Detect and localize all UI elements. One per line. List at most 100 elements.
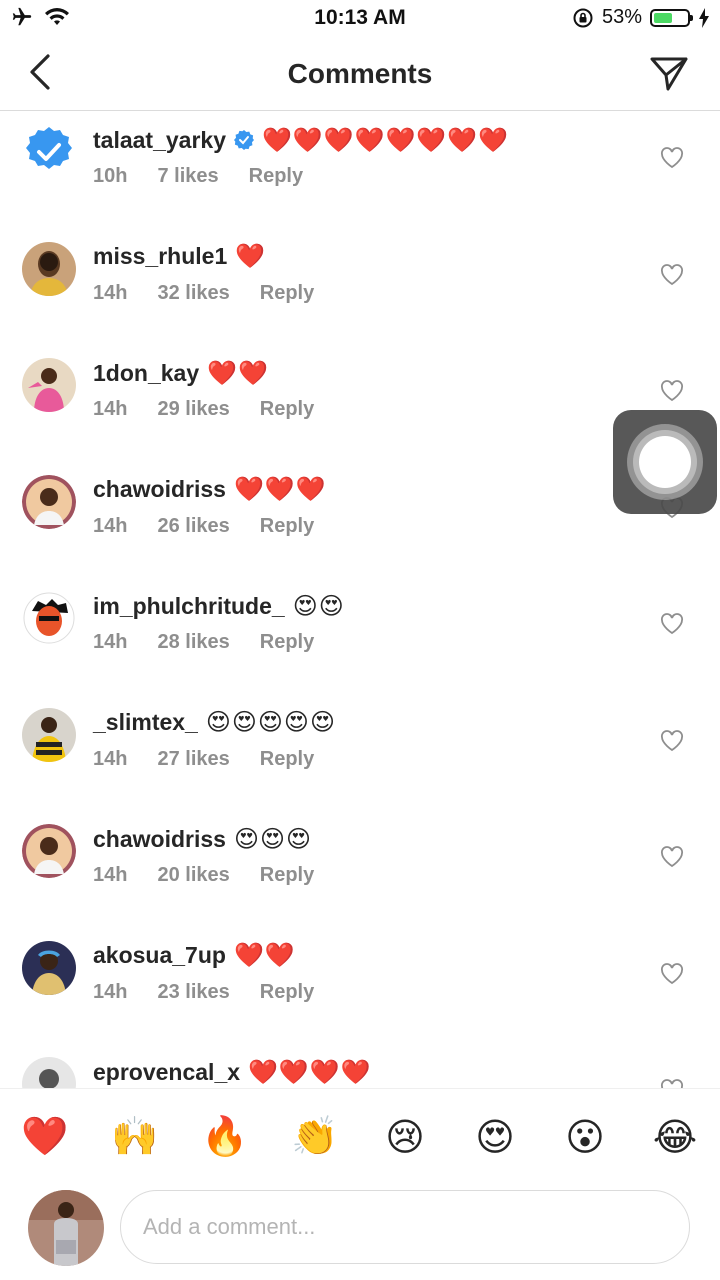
like-button[interactable] bbox=[660, 613, 684, 635]
comment-likes[interactable]: 7 likes bbox=[157, 165, 218, 188]
username[interactable]: miss_rhule1 bbox=[93, 243, 227, 270]
comment-body: eprovencal_x ❤️❤️❤️❤️ bbox=[93, 1055, 640, 1088]
comment-likes[interactable]: 29 likes bbox=[157, 398, 229, 421]
avatar[interactable] bbox=[22, 940, 76, 995]
comment-item: 1don_kay ❤️❤️ 14h 29 likes Reply bbox=[0, 344, 720, 461]
assistive-touch-button[interactable] bbox=[613, 410, 717, 514]
comment-line: talaat_yarky ❤️❤️❤️❤️❤️❤️❤️❤️ bbox=[93, 123, 640, 157]
emoji-crying[interactable]: 😢 bbox=[375, 1115, 435, 1160]
comment-body: _slimtex_ 😍😍😍😍😍 14h 27 likes Reply bbox=[93, 706, 640, 771]
comment-text: ❤️❤️ bbox=[233, 942, 296, 969]
page-title: Comments bbox=[287, 58, 433, 89]
comment-likes[interactable]: 20 likes bbox=[157, 864, 229, 887]
avatar[interactable] bbox=[22, 474, 76, 529]
avatar[interactable] bbox=[22, 707, 76, 762]
comment-likes[interactable]: 23 likes bbox=[157, 981, 229, 1004]
header: Comments bbox=[0, 38, 720, 111]
comment-text: ❤️❤️❤️❤️❤️❤️❤️❤️ bbox=[262, 126, 510, 154]
comment-body: chawoidriss 😍😍😍 14h 20 likes Reply bbox=[93, 822, 640, 887]
like-button[interactable] bbox=[660, 380, 684, 402]
charging-bolt-icon bbox=[699, 7, 709, 28]
comment-item: chawoidriss ❤️❤️❤️ 14h 26 likes Reply bbox=[0, 461, 720, 578]
send-icon bbox=[650, 57, 688, 91]
comment-meta: 14h 32 likes Reply bbox=[93, 282, 640, 305]
avatar[interactable] bbox=[22, 824, 76, 878]
comment-body: miss_rhule1 ❤️ 14h 32 likes Reply bbox=[93, 240, 640, 305]
like-button[interactable] bbox=[660, 263, 684, 286]
reply-button[interactable]: Reply bbox=[260, 864, 314, 887]
username[interactable]: _slimtex_ bbox=[93, 709, 198, 736]
comment-meta: 14h 28 likes Reply bbox=[93, 631, 640, 654]
comment-line: im_phulchritude_ 😍😍 bbox=[93, 589, 640, 623]
heart-icon bbox=[661, 613, 683, 635]
avatar[interactable] bbox=[22, 241, 76, 296]
like-button[interactable] bbox=[660, 1079, 684, 1088]
username[interactable]: akosua_7up bbox=[93, 942, 226, 969]
comment-input[interactable] bbox=[120, 1190, 690, 1264]
comment-item: talaat_yarky ❤️❤️❤️❤️❤️❤️❤️❤️ 10h 7 like… bbox=[0, 111, 720, 228]
reply-button[interactable]: Reply bbox=[260, 398, 314, 421]
username[interactable]: eprovencal_x bbox=[93, 1059, 240, 1086]
comment-item: _slimtex_ 😍😍😍😍😍 14h 27 likes Reply bbox=[0, 694, 720, 811]
username[interactable]: chawoidriss bbox=[93, 476, 226, 503]
username[interactable]: im_phulchritude_ bbox=[93, 593, 285, 620]
heart-icon bbox=[661, 147, 683, 169]
comment-meta: 14h 20 likes Reply bbox=[93, 864, 640, 887]
comment-meta: 14h 26 likes Reply bbox=[93, 515, 640, 538]
comment-likes[interactable]: 27 likes bbox=[157, 748, 229, 771]
like-button[interactable] bbox=[660, 729, 684, 752]
avatar[interactable] bbox=[22, 591, 76, 645]
username[interactable]: talaat_yarky bbox=[93, 127, 226, 154]
emoji-clap[interactable]: 👏 bbox=[285, 1115, 345, 1159]
username[interactable]: chawoidriss bbox=[93, 826, 226, 853]
comment-body: chawoidriss ❤️❤️❤️ 14h 26 likes Reply bbox=[93, 473, 640, 538]
comment-text: ❤️❤️❤️ bbox=[233, 476, 327, 503]
comment-likes[interactable]: 28 likes bbox=[157, 631, 229, 654]
avatar[interactable] bbox=[22, 1057, 76, 1088]
share-button[interactable] bbox=[648, 54, 690, 94]
comment-item: akosua_7up ❤️❤️ 14h 23 likes Reply bbox=[0, 927, 720, 1044]
like-button[interactable] bbox=[660, 962, 684, 985]
reply-button[interactable]: Reply bbox=[260, 631, 314, 654]
comment-body: akosua_7up ❤️❤️ 14h 23 likes Reply bbox=[93, 939, 640, 1004]
comment-text: ❤️❤️ bbox=[207, 359, 269, 387]
comment-item: im_phulchritude_ 😍😍 14h 28 likes Reply bbox=[0, 577, 720, 694]
heart-icon bbox=[661, 729, 683, 751]
battery-percent: 53% bbox=[601, 6, 642, 28]
avatar[interactable] bbox=[22, 358, 76, 412]
comment-body: talaat_yarky ❤️❤️❤️❤️❤️❤️❤️❤️ 10h 7 like… bbox=[93, 123, 640, 188]
comment-meta: 14h 27 likes Reply bbox=[93, 748, 640, 771]
emoji-fire[interactable]: 🔥 bbox=[195, 1115, 255, 1159]
like-button[interactable] bbox=[660, 846, 684, 868]
comment-item: chawoidriss 😍😍😍 14h 20 likes Reply bbox=[0, 810, 720, 927]
like-button[interactable] bbox=[660, 147, 684, 169]
comment-meta: 14h 23 likes Reply bbox=[93, 981, 640, 1004]
comment-text: ❤️ bbox=[235, 243, 267, 270]
emoji-heart[interactable]: ❤️ bbox=[15, 1115, 75, 1159]
comment-likes[interactable]: 26 likes bbox=[157, 515, 229, 538]
emoji-heart-eyes[interactable]: 😍 bbox=[465, 1115, 525, 1160]
comment-time: 14h bbox=[93, 980, 128, 1003]
emoji-surprised[interactable]: 😮 bbox=[555, 1115, 615, 1160]
comment-text: ❤️❤️❤️❤️ bbox=[248, 1058, 372, 1086]
reply-button[interactable]: Reply bbox=[260, 515, 314, 538]
heart-icon bbox=[661, 380, 683, 402]
comment-meta: 10h 7 likes Reply bbox=[93, 165, 640, 188]
comment-line: eprovencal_x ❤️❤️❤️❤️ bbox=[93, 1055, 640, 1088]
comment-time: 14h bbox=[93, 631, 128, 653]
reply-button[interactable]: Reply bbox=[260, 748, 314, 771]
comment-time: 10h bbox=[93, 165, 128, 187]
emoji-raised-hands[interactable]: 🙌 bbox=[105, 1115, 165, 1159]
comment-text: 😍😍😍😍😍 bbox=[205, 709, 336, 736]
reply-button[interactable]: Reply bbox=[249, 165, 303, 188]
avatar[interactable] bbox=[22, 125, 76, 179]
comment-meta: 14h 29 likes Reply bbox=[93, 398, 640, 421]
comment-time: 14h bbox=[93, 398, 128, 420]
comment-likes[interactable]: 32 likes bbox=[157, 282, 229, 305]
username[interactable]: 1don_kay bbox=[93, 360, 199, 387]
emoji-laughing[interactable]: 😂 bbox=[645, 1115, 705, 1160]
reply-button[interactable]: Reply bbox=[260, 282, 314, 305]
reply-button[interactable]: Reply bbox=[260, 981, 314, 1004]
comments-list[interactable]: talaat_yarky ❤️❤️❤️❤️❤️❤️❤️❤️ 10h 7 like… bbox=[0, 111, 720, 1088]
comment-line: chawoidriss 😍😍😍 bbox=[93, 822, 640, 856]
